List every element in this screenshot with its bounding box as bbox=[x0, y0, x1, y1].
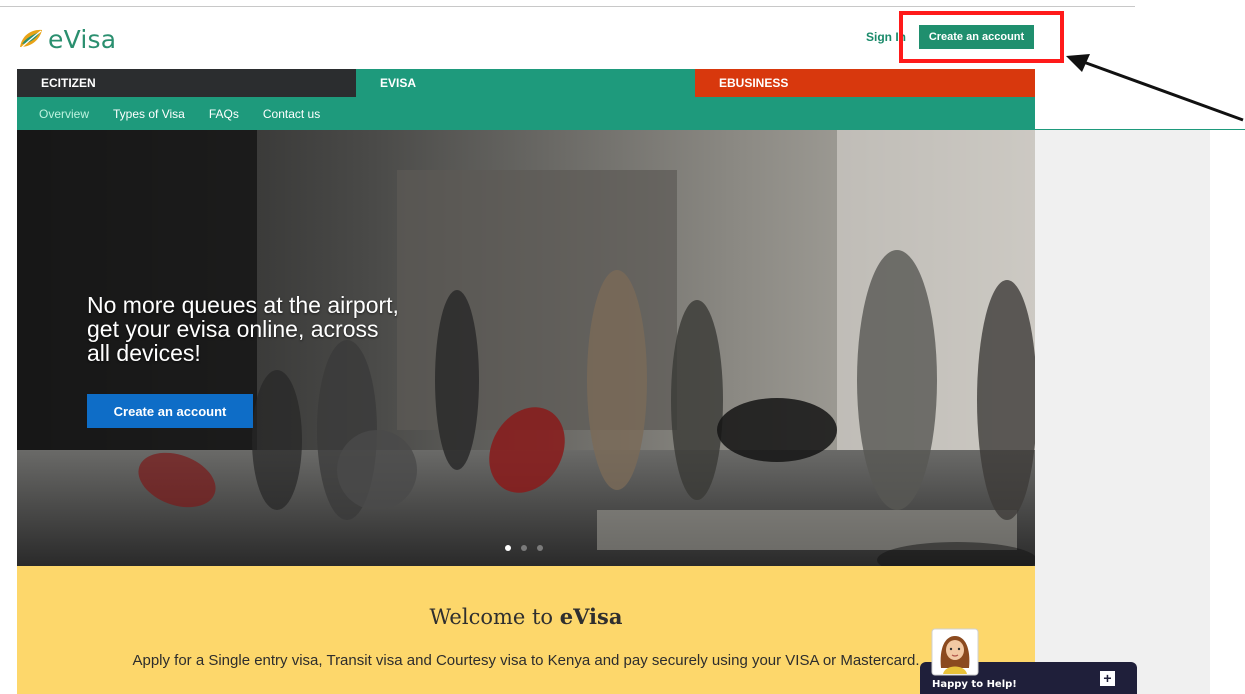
welcome-section: Welcome to eVisa Apply for a Single entr… bbox=[17, 566, 1035, 694]
plus-icon[interactable]: + bbox=[1100, 671, 1115, 686]
hero-create-account-button[interactable]: Create an account bbox=[87, 394, 253, 428]
carousel-dot[interactable] bbox=[521, 545, 527, 551]
help-label: Happy to Help! bbox=[932, 679, 1017, 690]
right-gutter bbox=[1035, 130, 1210, 694]
welcome-title: Welcome to eVisa bbox=[17, 604, 1035, 629]
create-account-button[interactable]: Create an account bbox=[919, 25, 1034, 49]
support-agent-avatar bbox=[931, 628, 979, 676]
leaf-logo-icon bbox=[19, 29, 42, 50]
carousel-dot[interactable] bbox=[505, 545, 511, 551]
hero-carousel: No more queues at the airport, get your … bbox=[17, 130, 1035, 566]
hero-headline: No more queues at the airport, get your … bbox=[87, 292, 399, 366]
welcome-title-brand: eVisa bbox=[559, 604, 623, 629]
tab-ecitizen[interactable]: ECITIZEN bbox=[17, 69, 356, 97]
top-divider bbox=[0, 6, 1135, 7]
tab-evisa[interactable]: EVISA bbox=[356, 69, 695, 97]
portal-tabs: ECITIZEN EVISA EBUSINESS bbox=[17, 69, 1035, 97]
header-underline bbox=[1035, 129, 1245, 130]
nav-faqs[interactable]: FAQs bbox=[209, 107, 239, 121]
tab-ebusiness[interactable]: EBUSINESS bbox=[695, 69, 1035, 97]
sign-in-link[interactable]: Sign In bbox=[866, 30, 906, 44]
carousel-indicators bbox=[505, 545, 543, 551]
logo-text: eVisa bbox=[48, 24, 117, 54]
welcome-title-prefix: Welcome to bbox=[429, 605, 560, 629]
nav-contact-us[interactable]: Contact us bbox=[263, 107, 320, 121]
nav-types-of-visa[interactable]: Types of Visa bbox=[113, 107, 185, 121]
carousel-dot[interactable] bbox=[537, 545, 543, 551]
welcome-body: Apply for a Single entry visa, Transit v… bbox=[132, 652, 920, 669]
nav-overview[interactable]: Overview bbox=[39, 107, 89, 121]
arrow-annotation bbox=[1066, 54, 1244, 122]
logo[interactable]: eVisa bbox=[18, 24, 116, 54]
sub-navigation: Overview Types of Visa FAQs Contact us bbox=[17, 97, 1035, 130]
